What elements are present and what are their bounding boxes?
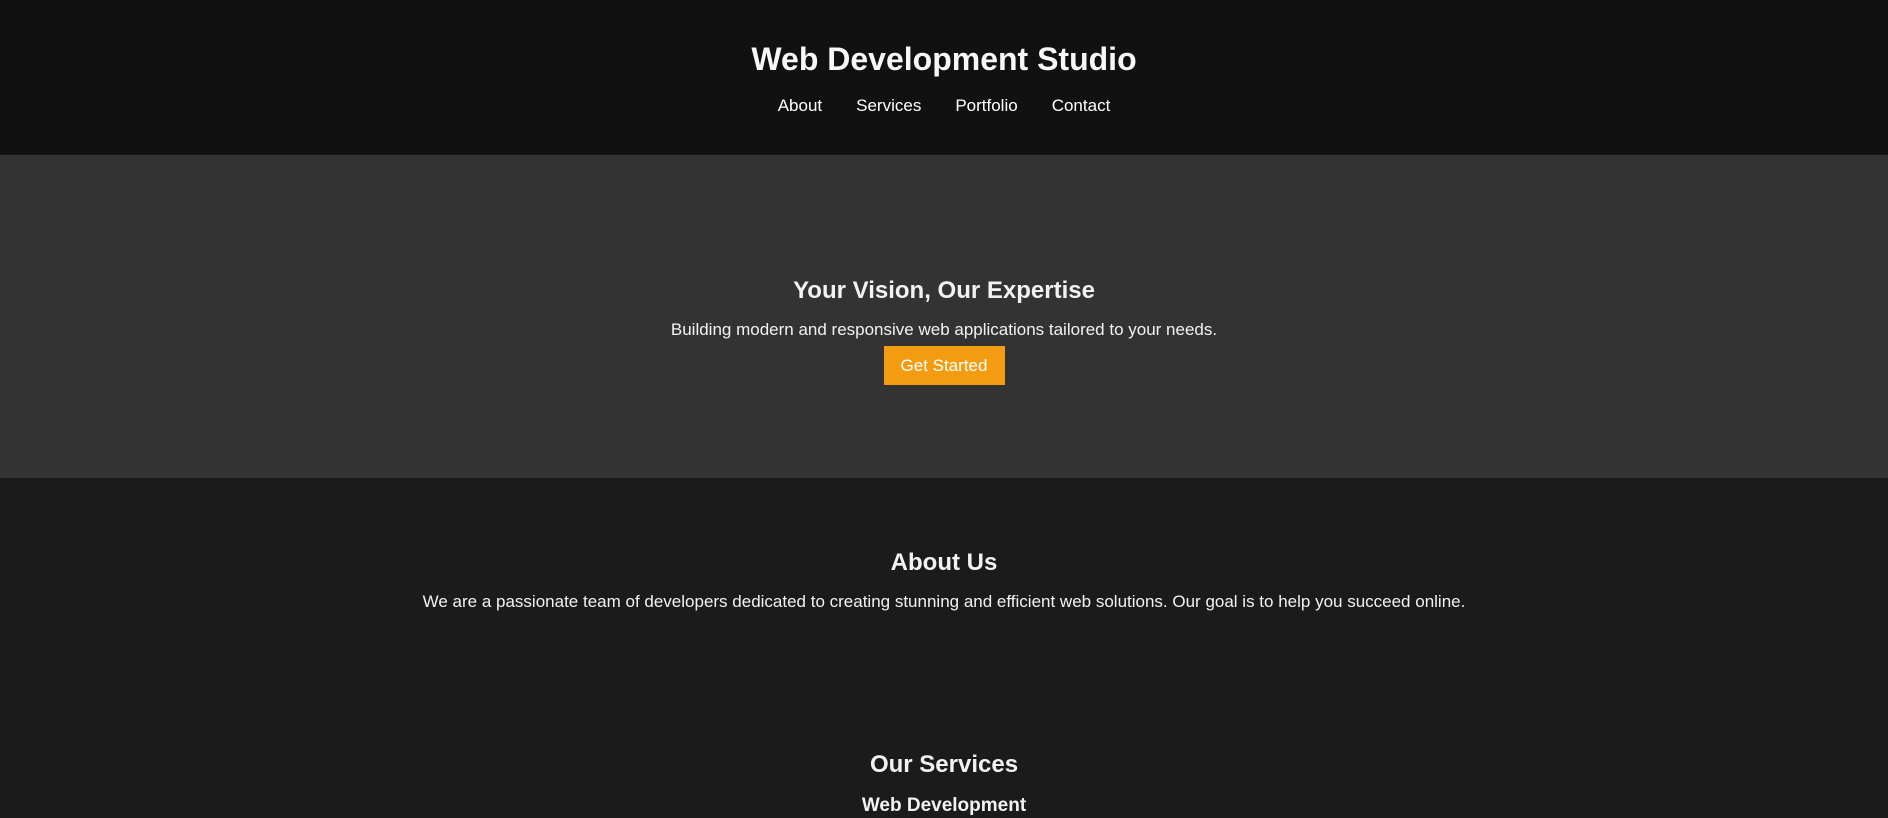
nav-link-about[interactable]: About (778, 96, 822, 116)
main-nav: About Services Portfolio Contact (0, 96, 1888, 116)
services-title: Our Services (869, 751, 1019, 778)
about-title: About Us (890, 549, 998, 576)
nav-link-portfolio[interactable]: Portfolio (955, 96, 1017, 116)
service-item-web-development: Web Development (861, 795, 1027, 816)
hero-title: Your Vision, Our Expertise (793, 277, 1095, 304)
site-title: Web Development Studio (751, 41, 1137, 77)
hero-section: Your Vision, Our Expertise Building mode… (0, 155, 1888, 478)
get-started-button[interactable]: Get Started (883, 346, 1005, 385)
site-header: Web Development Studio About Services Po… (0, 0, 1888, 155)
about-text: We are a passionate team of developers d… (422, 592, 1466, 611)
services-section: Our Services Web Development (0, 680, 1888, 818)
nav-link-contact[interactable]: Contact (1052, 96, 1111, 116)
nav-link-services[interactable]: Services (856, 96, 921, 116)
hero-subtitle: Building modern and responsive web appli… (670, 320, 1218, 339)
about-section: About Us We are a passionate team of dev… (0, 478, 1888, 680)
